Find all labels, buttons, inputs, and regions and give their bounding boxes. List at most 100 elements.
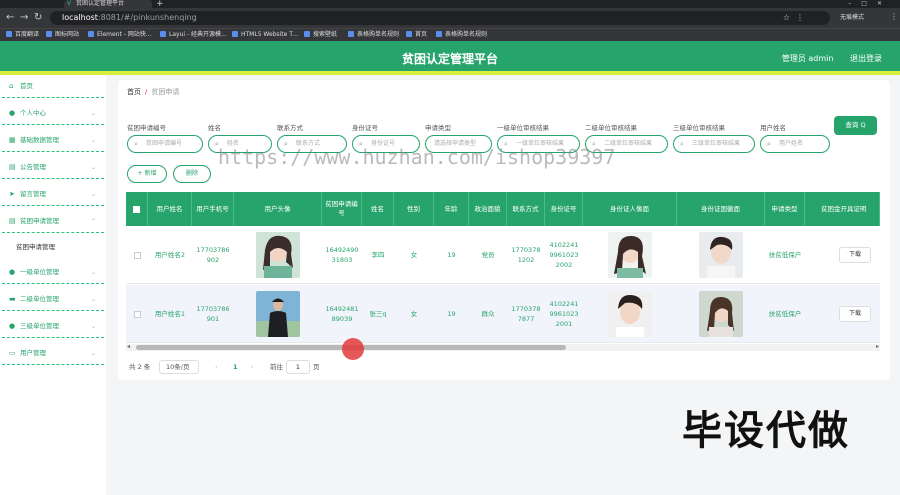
avatar[interactable] — [256, 291, 300, 337]
url-action-icons[interactable]: ☆⋮ — [783, 11, 810, 25]
data-table: 用户姓名 用户手机号 用户头像 贫困申请编号 姓名 性别 年龄 政治面貌 联系方… — [126, 192, 880, 352]
apply-no-input[interactable]: ⌕ 贫困申请编号 — [127, 135, 203, 153]
row-checkbox[interactable] — [133, 251, 141, 259]
sidebar-item-poverty-apply[interactable]: ▤ 贫困申请管理 ⌃ — [2, 210, 104, 233]
sidebar-item-users[interactable]: ▭ 用户管理 ⌄ — [2, 342, 104, 365]
cell-contact: 17703781202 — [511, 246, 541, 264]
add-button[interactable]: + 新增 — [127, 165, 167, 183]
download-button[interactable]: 下载 — [839, 247, 871, 263]
browser-menu-icon[interactable]: ⋮ — [890, 12, 898, 21]
forward-icon[interactable]: → — [20, 11, 28, 25]
app-title: 贫困认定管理平台 — [401, 52, 498, 66]
cell-apply-no: 1649248189039 — [325, 305, 359, 323]
bookmark-item[interactable]: 百度翻译 — [6, 29, 39, 41]
user-icon: ● — [9, 268, 16, 276]
bookmark-item[interactable]: 图标网站 — [46, 29, 79, 41]
browser-tab-strip: V 贫困认定管理平台 + –□✕ — [0, 0, 900, 9]
sidebar: ⌂ 首页 ● 个人中心 ⌄ ▦ 基础数据管理 ⌄ ▤ 公告管理 ⌄ ➤ 留言管理 ⌄ ▤ 贫困申请管… — [0, 75, 106, 495]
breadcrumb-current: 贫困申请 — [151, 88, 180, 96]
page-unit-label: 页 — [313, 363, 320, 371]
sidebar-item-messages[interactable]: ➤ 留言管理 ⌄ — [2, 183, 104, 206]
app-header: 贫困认定管理平台 管理员 admin 退出登录 — [0, 41, 900, 75]
scroll-right-icon[interactable]: ▸ — [876, 343, 879, 350]
user-name-input[interactable]: ⌕ 用户姓名 — [760, 135, 830, 153]
bookmark-item[interactable]: 搜索壁纸 — [304, 29, 337, 41]
search-icon: ⌕ — [680, 140, 684, 148]
sidebar-item-level2-unit[interactable]: ▬ 二级单位管理 ⌄ — [2, 288, 104, 311]
logout-link[interactable]: 退出登录 — [850, 54, 882, 63]
cell-phone: 17703786901 — [196, 305, 230, 323]
user-icon: ● — [9, 109, 16, 117]
sidebar-item-level1-unit[interactable]: ● 一级单位管理 ⌄ — [2, 261, 104, 284]
sidebar-item-base-data[interactable]: ▦ 基础数据管理 ⌄ — [2, 129, 104, 152]
cell-politics: 群众 — [481, 310, 495, 318]
prev-page-button[interactable]: ‹ — [215, 360, 218, 374]
breadcrumb-home[interactable]: 首页 — [127, 88, 141, 96]
chevron-down-icon: ⌄ — [90, 137, 96, 144]
filter-label-level3-result: 三级单位审核结果 — [673, 124, 725, 132]
cell-name: 李四 — [371, 251, 385, 259]
next-page-button[interactable]: › — [251, 360, 254, 374]
filter-label-apply-no: 贫困申请编号 — [127, 124, 166, 132]
id-front-image[interactable] — [608, 291, 652, 337]
cell-user-name: 用户姓名1 — [154, 310, 186, 318]
overlay-caption: 毕设代做 — [682, 408, 850, 454]
cell-age: 19 — [447, 310, 456, 318]
sidebar-item-level3-unit[interactable]: ● 三级单位管理 ⌄ — [2, 315, 104, 338]
bookmark-item[interactable]: Layui - 经典开源模... — [160, 29, 227, 41]
sidebar-item-home[interactable]: ⌂ 首页 — [2, 75, 104, 98]
mouse-cursor-highlight — [342, 338, 364, 360]
delete-button[interactable]: 删除 — [173, 165, 211, 183]
sidebar-item-profile[interactable]: ● 个人中心 ⌄ — [2, 102, 104, 125]
col-phone: 用户手机号 — [192, 192, 234, 226]
avatar[interactable] — [256, 232, 300, 278]
sidebar-subitem-poverty-apply[interactable]: 贫困申请管理 — [16, 238, 55, 256]
reload-icon[interactable]: ↻ — [34, 11, 42, 25]
id-back-image[interactable] — [699, 232, 743, 278]
col-id-back: 身份证国徽面 — [677, 192, 765, 226]
cell-contact: 17703787877 — [511, 305, 541, 323]
level3-result-input[interactable]: ⌕ 三级单位审核结果 — [673, 135, 755, 153]
page-size-select[interactable]: 10条/页 — [159, 360, 199, 374]
cell-phone: 17703786902 — [196, 246, 230, 264]
incognito-profile-label[interactable]: 无痕模式 — [840, 11, 864, 25]
id-back-image[interactable] — [699, 291, 743, 337]
select-all-checkbox[interactable] — [126, 192, 148, 226]
chevron-down-icon: ⌄ — [90, 269, 96, 276]
list-icon: ▤ — [9, 217, 16, 225]
col-apply-type: 申请类型 — [765, 192, 805, 226]
table-row[interactable]: 用户姓名1 17703786901 1649248189039 张三q 女 19… — [126, 285, 880, 343]
chevron-down-icon: ⌄ — [90, 191, 96, 198]
bookmark-item[interactable]: HTML5 Website T... — [232, 29, 298, 41]
bookmark-item[interactable]: 表格购单名规则 — [436, 29, 487, 41]
user-icon: ● — [9, 322, 16, 330]
search-button[interactable]: 查询 Q — [834, 116, 877, 135]
scroll-left-icon[interactable]: ◂ — [127, 343, 130, 350]
chevron-up-icon: ⌃ — [90, 218, 96, 225]
bookmark-item[interactable]: Element - 网站快... — [88, 29, 152, 41]
table-row[interactable]: 用户姓名2 17703786902 1649249031803 李四 女 19 … — [126, 226, 880, 284]
id-front-image[interactable] — [608, 232, 652, 278]
chevron-down-icon: ⌄ — [90, 350, 96, 357]
breadcrumb: 首页 / 贫困申请 — [127, 88, 180, 96]
cell-gender: 女 — [410, 251, 418, 259]
cell-id-no: 410224199610232002 — [549, 241, 579, 269]
back-icon[interactable]: ← — [6, 11, 14, 25]
window-controls[interactable]: –□✕ — [848, 0, 892, 8]
filter-label-contact: 联系方式 — [277, 124, 303, 132]
url-host: localhost — [62, 13, 98, 22]
row-checkbox[interactable] — [133, 310, 141, 318]
admin-user-label[interactable]: 管理员 admin — [782, 54, 834, 63]
doc-icon: ▤ — [9, 163, 16, 171]
download-button[interactable]: 下载 — [839, 306, 871, 322]
url-field[interactable]: localhost:8081/#/pinkunshenqing ☆⋮ — [50, 11, 830, 25]
bookmark-item[interactable]: 表格购单名规则 — [348, 29, 399, 41]
page-number-current[interactable]: 1 — [233, 360, 238, 374]
col-age: 年龄 — [434, 192, 469, 226]
chat-icon: ▭ — [9, 349, 16, 357]
sidebar-item-notice[interactable]: ▤ 公告管理 ⌄ — [2, 156, 104, 179]
goto-page-input[interactable]: 1 — [286, 360, 310, 374]
table-horizontal-scrollbar[interactable]: ◂ ▸ — [126, 343, 880, 351]
bookmark-item[interactable]: 首页 — [406, 29, 427, 41]
browser-tab[interactable]: V 贫困认定管理平台 — [64, 0, 152, 8]
